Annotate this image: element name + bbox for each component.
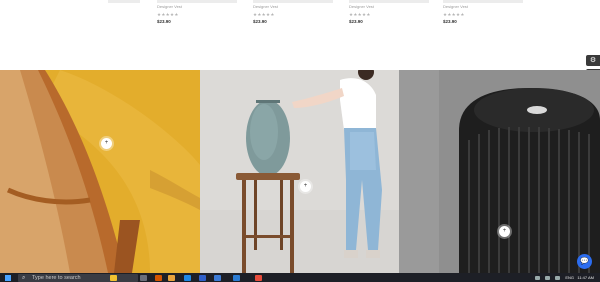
product-rating: ★★★★★ [349,12,371,17]
hotspot-button[interactable]: + [499,226,510,237]
hotspot-button[interactable]: + [101,138,112,149]
vscode-icon[interactable] [233,275,240,281]
clock[interactable]: 11:47 AM [577,275,594,280]
product-price: $23.90 [349,19,363,24]
product-vendor[interactable]: Designer Vest [253,4,278,9]
purifier-banner[interactable]: + [399,70,600,273]
app-icon[interactable] [199,275,206,281]
app-icon[interactable] [155,275,162,281]
product-card[interactable]: Designer Vest ★★★★★ $23.90 [253,0,343,40]
system-tray: ENG 11:47 AM [535,273,594,282]
product-price: $23.90 [253,19,267,24]
windows-taskbar: ⌕ Type here to search ENG 11:47 AM [0,273,600,282]
speaker-image [200,70,399,273]
mail-icon[interactable] [214,275,221,281]
purifier-image [399,70,600,273]
task-view-icon[interactable] [140,275,147,281]
windows-start-icon[interactable] [5,275,11,281]
product-image-edge [157,0,237,3]
product-image-edge [349,0,429,3]
product-card[interactable]: Designer Vest ★★★★★ $23.90 [443,0,533,40]
chair-image [0,70,200,273]
language-indicator[interactable]: ENG [565,275,574,280]
product-vendor[interactable]: Designer Vest [349,4,374,9]
product-strip: Designer Vest ★★★★★ $23.90 Designer Vest… [0,0,600,70]
gear-icon[interactable]: ⚙ [586,55,600,66]
product-vendor[interactable]: Designer Vest [443,4,468,9]
tray-app-icon[interactable] [545,275,551,280]
product-price: $23.90 [157,19,171,24]
product-vendor[interactable]: Designer Vest [157,4,182,9]
sticky-app-icon[interactable] [110,275,117,281]
product-image-edge [253,0,333,3]
chrome-icon[interactable] [255,275,262,281]
product-price: $23.90 [443,19,457,24]
taskbar-search-input[interactable]: ⌕ Type here to search [18,274,138,282]
page: Designer Vest ★★★★★ $23.90 Designer Vest… [0,0,600,282]
file-explorer-icon[interactable] [168,275,175,281]
speaker-banner[interactable]: + [200,70,399,273]
network-icon[interactable] [555,275,561,280]
product-card[interactable]: Designer Vest ★★★★★ $23.90 [157,0,247,40]
chair-banner[interactable]: + [0,70,200,273]
product-image-edge [108,0,140,3]
lookbook-banners: + + + 💬 [0,70,600,273]
product-card[interactable]: Designer Vest ★★★★★ $23.90 [349,0,439,40]
tray-app-icon[interactable] [535,275,540,280]
product-rating: ★★★★★ [253,12,275,17]
search-placeholder: Type here to search [32,275,81,281]
product-rating: ★★★★★ [157,12,179,17]
hotspot-button[interactable]: + [300,181,311,192]
product-rating: ★★★★★ [443,12,465,17]
product-image-edge [443,0,523,3]
chat-button[interactable]: 💬 [577,254,592,269]
search-icon: ⌕ [22,275,26,281]
edge-browser-icon[interactable] [184,275,191,281]
